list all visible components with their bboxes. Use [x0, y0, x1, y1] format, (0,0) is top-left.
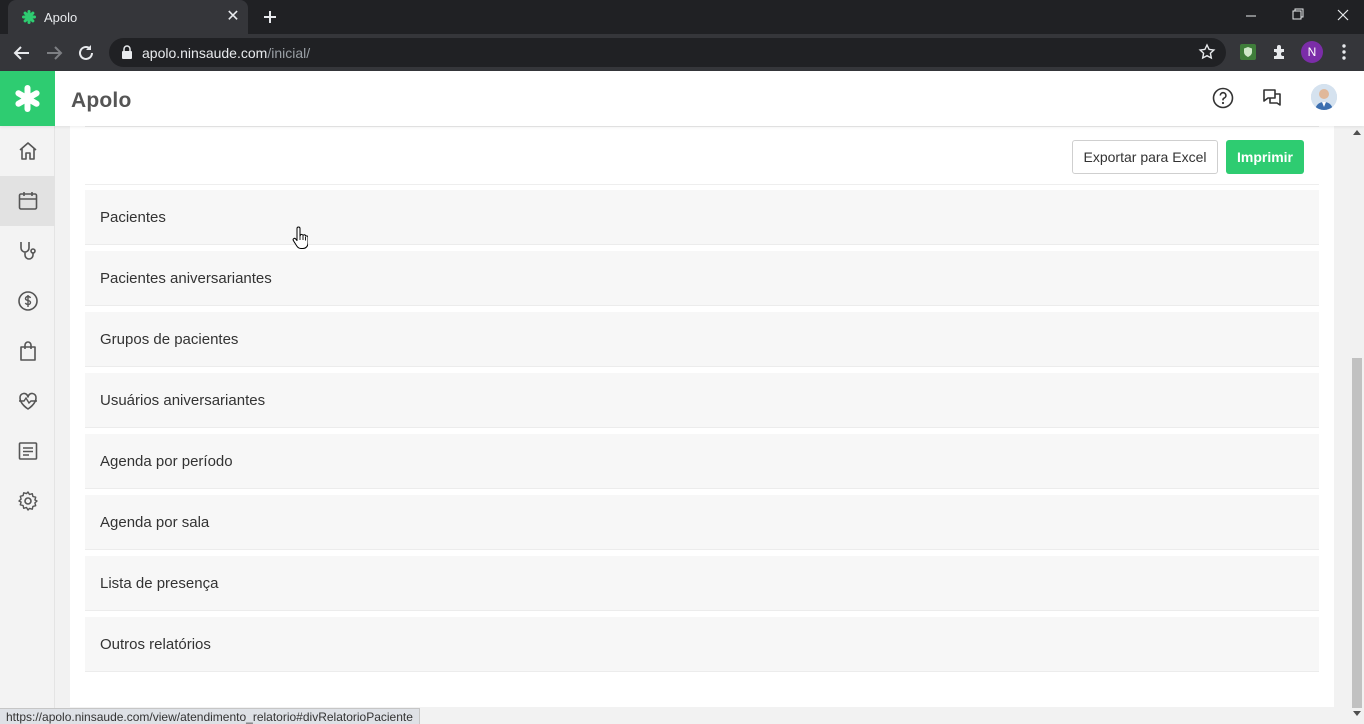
sidebar-item-financial[interactable]: [0, 276, 55, 326]
stethoscope-icon: [20, 242, 36, 260]
browser-tab[interactable]: Apolo ✕: [8, 0, 248, 34]
sidebar-item-shopping[interactable]: [0, 326, 55, 376]
new-tab-icon[interactable]: [258, 6, 282, 28]
sidebar-item-clinical[interactable]: [0, 226, 55, 276]
calendar-icon: [18, 192, 38, 210]
url-host: apolo.ninsaude.com: [142, 45, 268, 61]
back-arrow-icon[interactable]: [9, 40, 35, 66]
profile-avatar[interactable]: N: [1301, 41, 1323, 63]
reports-card: Exportar para Excel Imprimir Pacientes P…: [70, 126, 1334, 707]
report-item-label: Pacientes aniversariantes: [100, 270, 272, 287]
url-text: apolo.ninsaude.com/inicial/: [142, 45, 310, 61]
sidebar-item-settings[interactable]: [0, 476, 55, 526]
divider: [85, 126, 1319, 127]
tab-title: Apolo: [44, 10, 78, 25]
page-scrollbar[interactable]: [1350, 126, 1364, 724]
list-icon: [18, 442, 38, 460]
report-item-usuarios-aniversariantes[interactable]: Usuários aniversariantes: [85, 373, 1319, 428]
gear-icon: [18, 491, 38, 511]
extensions-puzzle-icon[interactable]: [1269, 41, 1291, 63]
asterisk-logo-icon: [15, 85, 40, 112]
user-avatar[interactable]: [1311, 84, 1337, 110]
forward-arrow-icon[interactable]: [41, 40, 67, 66]
extension-shield-icon[interactable]: [1237, 41, 1259, 63]
heart-pulse-icon: [19, 392, 37, 410]
report-item-label: Pacientes: [100, 209, 166, 226]
report-item-label: Outros relatórios: [100, 636, 211, 653]
window-close-icon[interactable]: [1320, 0, 1364, 30]
browser-menu-icon[interactable]: [1333, 41, 1355, 63]
report-item-pacientes-aniversariantes[interactable]: Pacientes aniversariantes: [85, 251, 1319, 306]
report-item-lista-de-presenca[interactable]: Lista de presença: [85, 556, 1319, 611]
report-item-label: Usuários aniversariantes: [100, 392, 266, 409]
window-minimize-icon[interactable]: [1228, 0, 1274, 30]
bookmark-star-icon[interactable]: [1198, 43, 1216, 61]
apolo-favicon-icon: [22, 10, 36, 24]
user-photo-icon: [1311, 84, 1337, 110]
help-icon[interactable]: [1212, 87, 1234, 109]
print-button[interactable]: Imprimir: [1226, 140, 1304, 174]
sidebar-item-reports[interactable]: [0, 426, 55, 476]
sidebar-item-calendar[interactable]: [0, 176, 55, 226]
scroll-thumb[interactable]: [1352, 358, 1362, 708]
scroll-up-arrow-icon[interactable]: [1353, 130, 1361, 135]
chat-icon[interactable]: [1261, 87, 1283, 109]
sidebar: [0, 126, 55, 724]
dollar-icon: [18, 291, 38, 311]
hand-cursor-icon: [292, 226, 308, 249]
reload-icon[interactable]: [73, 40, 99, 66]
report-item-label: Agenda por período: [100, 453, 233, 470]
report-item-label: Lista de presença: [100, 575, 219, 592]
shopping-bag-icon: [20, 341, 36, 361]
app-logo[interactable]: [0, 71, 55, 126]
scroll-down-arrow-icon[interactable]: [1353, 711, 1361, 716]
report-item-pacientes[interactable]: Pacientes: [85, 190, 1319, 245]
report-item-grupos-de-pacientes[interactable]: Grupos de pacientes: [85, 312, 1319, 367]
tab-close-icon[interactable]: ✕: [224, 8, 242, 26]
report-item-outros-relatorios[interactable]: Outros relatórios: [85, 617, 1319, 672]
export-excel-button[interactable]: Exportar para Excel: [1072, 140, 1218, 174]
status-bar-url: https://apolo.ninsaude.com/view/atendime…: [0, 708, 420, 724]
sidebar-item-health[interactable]: [0, 376, 55, 426]
window-restore-icon[interactable]: [1274, 0, 1320, 30]
sidebar-item-home[interactable]: [0, 126, 55, 176]
lock-icon: [122, 45, 132, 59]
home-icon: [19, 142, 37, 160]
browser-toolbar: apolo.ninsaude.com/inicial/ N: [0, 34, 1364, 71]
url-path: /inicial/: [267, 45, 311, 61]
report-item-agenda-por-periodo[interactable]: Agenda por período: [85, 434, 1319, 489]
report-item-agenda-por-sala[interactable]: Agenda por sala: [85, 495, 1319, 550]
app-title: Apolo: [71, 89, 132, 112]
report-item-label: Grupos de pacientes: [100, 331, 239, 348]
report-item-label: Agenda por sala: [100, 514, 210, 531]
app-header: Apolo: [0, 71, 1364, 126]
main-content: Exportar para Excel Imprimir Pacientes P…: [55, 126, 1350, 724]
divider: [85, 184, 1319, 185]
address-bar[interactable]: apolo.ninsaude.com/inicial/: [109, 38, 1226, 67]
browser-tab-strip: Apolo ✕: [0, 0, 1364, 34]
